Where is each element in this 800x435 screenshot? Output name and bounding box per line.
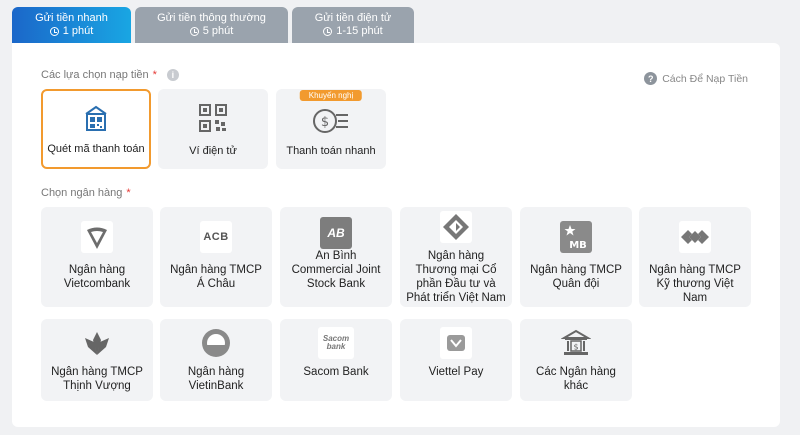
bank-name: Sacom Bank [303, 366, 369, 378]
bank-name: Ngân hàng TMCP Á Châu [170, 264, 262, 290]
deposit-tabs: Gửi tiền nhanh 1 phút Gửi tiền thông thư… [12, 7, 418, 43]
method-label: Ví điện tử [189, 145, 237, 157]
method-qr-scan[interactable]: Quét mã thanh toán [41, 89, 151, 169]
bank-name: Ngân hàng Thương mại Cổ phần Đầu tư và P… [406, 250, 506, 304]
bank-name: Các Ngân hàng khác [536, 366, 616, 392]
bank-mb[interactable]: MB Ngân hàng TMCP Quân đội [520, 207, 632, 307]
tab-normal-deposit[interactable]: Gửi tiền thông thường 5 phút [135, 7, 288, 43]
method-fast-payment[interactable]: Khuyến nghị $ Thanh toán nhanh [276, 89, 386, 169]
svg-text:$: $ [573, 343, 578, 352]
info-icon[interactable]: i [166, 69, 179, 81]
vpbank-logo-icon [81, 327, 113, 359]
tab-fast-deposit[interactable]: Gửi tiền nhanh 1 phút [12, 7, 131, 43]
bank-other[interactable]: $ Các Ngân hàng khác [520, 319, 632, 401]
bank-vietinbank[interactable]: Ngân hàng VietinBank [160, 319, 272, 401]
bank-select-label: Chọn ngân hàng * [41, 187, 131, 199]
vietinbank-logo-icon [200, 327, 232, 359]
svg-text:MB: MB [569, 240, 587, 251]
method-label: Quét mã thanh toán [47, 143, 145, 155]
vietcombank-logo-icon [81, 221, 113, 253]
abbank-logo-icon: AB [320, 217, 352, 249]
help-icon: ? [644, 72, 658, 85]
bank-name: An Bình Commercial Joint Stock Bank [291, 250, 381, 290]
clock-icon [323, 27, 333, 36]
clock-icon [49, 27, 59, 36]
bank-sacombank[interactable]: Sacom bank Sacom Bank [280, 319, 392, 401]
recommended-badge: Khuyến nghị [299, 90, 363, 101]
bank-acb[interactable]: ACB Ngân hàng TMCP Á Châu [160, 207, 272, 307]
acb-logo-icon: ACB [200, 221, 232, 253]
bank-vpbank[interactable]: Ngân hàng TMCP Thịnh Vượng [41, 319, 153, 401]
bank-viettelpay[interactable]: Viettel Pay [400, 319, 512, 401]
required-mark: * [152, 69, 157, 81]
bank-name: Ngân hàng Vietcombank [63, 264, 131, 290]
bank-abbank[interactable]: AB An Bình Commercial Joint Stock Bank [280, 207, 392, 307]
method-e-wallet[interactable]: Ví điện tử [158, 89, 268, 169]
sacombank-logo-icon: Sacom bank [318, 327, 354, 359]
required-mark: * [126, 187, 131, 199]
fast-payment-icon: $ [312, 107, 350, 138]
bank-vietcombank[interactable]: Ngân hàng Vietcombank [41, 207, 153, 307]
bank-name: Ngân hàng TMCP Thịnh Vượng [51, 366, 143, 392]
deposit-panel: Các lựa chọn nạp tiền * i ? Cách Để Nạp … [12, 43, 780, 427]
svg-text:$: $ [321, 115, 329, 130]
bank-techcombank[interactable]: Ngân hàng TMCP Kỹ thương Việt Nam [639, 207, 751, 307]
tab-label: Gửi tiền điện tử [314, 12, 392, 24]
qr-scan-icon [83, 105, 109, 136]
viettelpay-logo-icon [440, 327, 472, 359]
tab-label: Gửi tiền thông thường [157, 12, 266, 24]
clock-icon [189, 27, 199, 36]
tab-e-deposit[interactable]: Gửi tiền điện tử 1-15 phút [292, 7, 414, 43]
qr-code-icon [198, 103, 228, 136]
bank-name: Ngân hàng TMCP Kỹ thương Việt Nam [649, 264, 741, 304]
bank-building-icon: $ [560, 327, 592, 359]
bank-name: Viettel Pay [428, 366, 484, 378]
method-label: Thanh toán nhanh [286, 145, 376, 157]
tab-label: Gửi tiền nhanh [35, 12, 108, 24]
bank-bidv[interactable]: Ngân hàng Thương mại Cổ phần Đầu tư và P… [400, 207, 512, 307]
tab-time: 5 phút [202, 25, 234, 37]
tab-time: 1-15 phút [336, 25, 383, 37]
tab-time: 1 phút [62, 25, 94, 37]
bank-name: Ngân hàng VietinBank [187, 366, 245, 392]
deposit-options-label: Các lựa chọn nạp tiền * i [41, 69, 179, 81]
how-to-deposit-link[interactable]: ? Cách Để Nạp Tiền [644, 72, 748, 85]
techcombank-logo-icon [679, 221, 711, 253]
mb-logo-icon: MB [560, 221, 592, 253]
bank-name: Ngân hàng TMCP Quân đội [530, 264, 622, 290]
bidv-logo-icon [440, 211, 472, 243]
